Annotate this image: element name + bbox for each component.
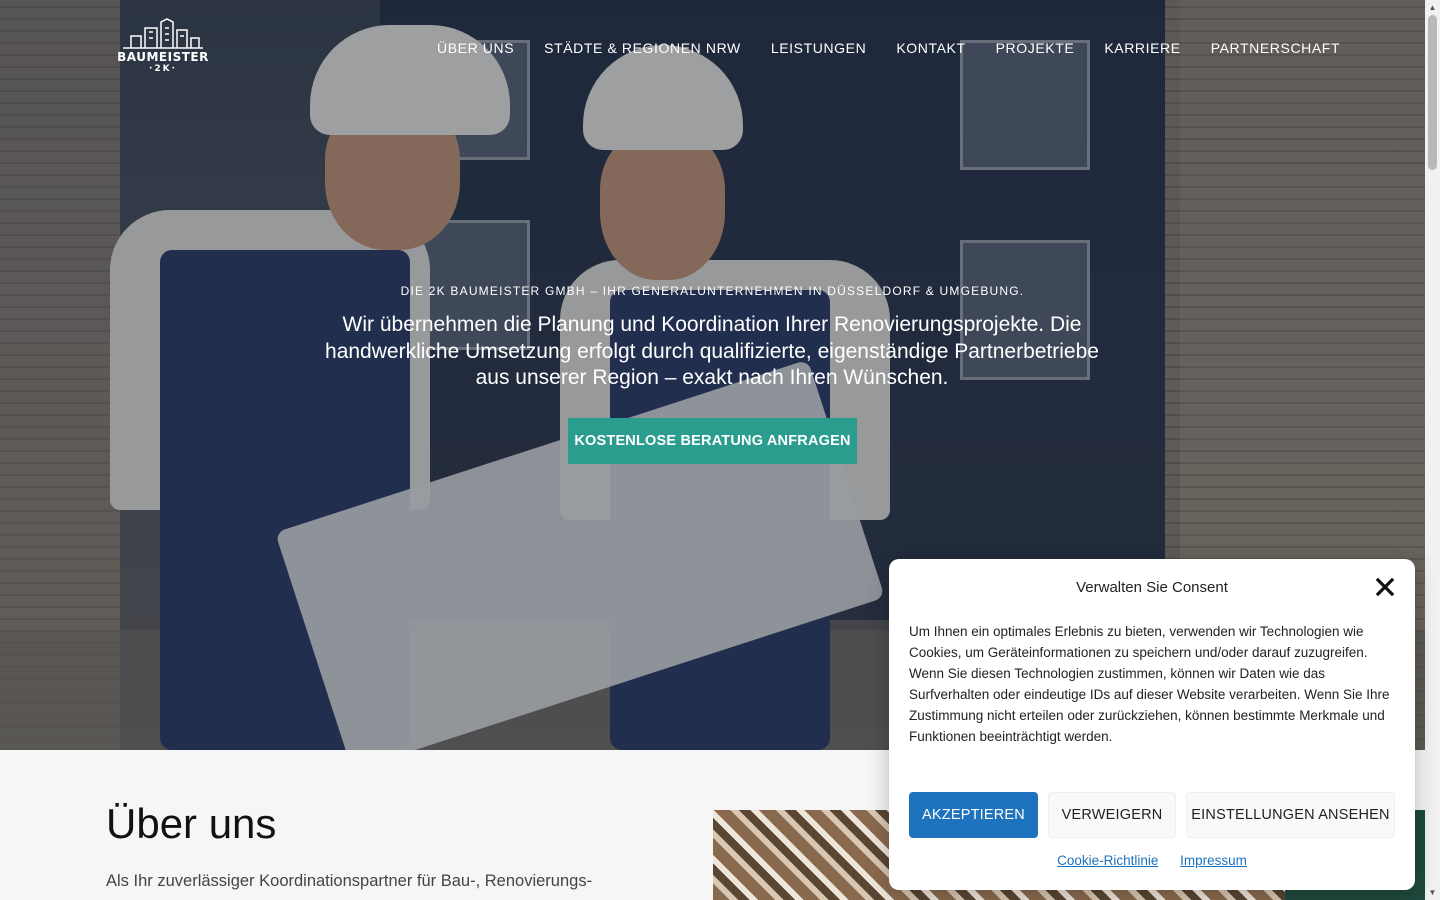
impressum-link[interactable]: Impressum <box>1180 853 1247 868</box>
about-text: Als Ihr zuverlässiger Koordinationspartn… <box>106 872 593 890</box>
accept-button[interactable]: AKZEPTIEREN <box>909 792 1038 838</box>
cookie-consent-dialog: Verwalten Sie Consent Um Ihnen ein optim… <box>889 559 1415 890</box>
nav-item-kontakt[interactable]: KONTAKT <box>896 40 965 56</box>
nav-item-ueber-uns[interactable]: ÜBER UNS <box>437 40 514 56</box>
cookie-policy-link[interactable]: Cookie-Richtlinie <box>1057 853 1158 868</box>
scroll-up-arrow-icon[interactable]: ▲ <box>1425 0 1440 15</box>
nav-item-leistungen[interactable]: LEISTUNGEN <box>771 40 866 56</box>
scrollbar-thumb[interactable] <box>1428 15 1437 170</box>
free-consultation-button[interactable]: KOSTENLOSE BERATUNG ANFRAGEN <box>568 418 857 464</box>
page-scrollbar[interactable]: ▲ ▼ <box>1425 0 1440 900</box>
nav-item-staedte-regionen[interactable]: STÄDTE & REGIONEN NRW <box>544 40 741 56</box>
consent-links: Cookie-Richtlinie Impressum <box>889 853 1415 868</box>
scroll-down-arrow-icon[interactable]: ▼ <box>1425 885 1440 900</box>
nav-item-partnerschaft[interactable]: PARTNERSCHAFT <box>1211 40 1340 56</box>
nav-item-karriere[interactable]: KARRIERE <box>1104 40 1180 56</box>
about-title: Über uns <box>106 800 277 847</box>
logo-subtitle: ·2K· <box>148 64 178 74</box>
consent-body-text: Um Ihnen ein optimales Erlebnis zu biete… <box>909 624 1390 744</box>
building-logo-icon <box>123 18 203 49</box>
nav-item-projekte[interactable]: PROJEKTE <box>996 40 1075 56</box>
site-logo[interactable]: BAUMEISTER ·2K· <box>112 18 214 82</box>
main-navigation: ÜBER UNS STÄDTE & REGIONEN NRW LEISTUNGE… <box>437 40 1340 56</box>
close-icon <box>1375 577 1395 597</box>
logo-wordmark: BAUMEISTER <box>117 50 209 64</box>
hero-tagline: DIE 2K BAUMEISTER GMBH – IHR GENERALUNTE… <box>400 284 1025 298</box>
close-consent-button[interactable] <box>1375 577 1395 597</box>
deny-button[interactable]: VERWEIGERN <box>1048 792 1176 838</box>
hero-headline: Wir übernehmen die Planung und Koordinat… <box>325 313 1099 389</box>
view-settings-button[interactable]: EINSTELLUNGEN ANSEHEN <box>1186 792 1395 838</box>
consent-title: Verwalten Sie Consent <box>1076 579 1228 596</box>
